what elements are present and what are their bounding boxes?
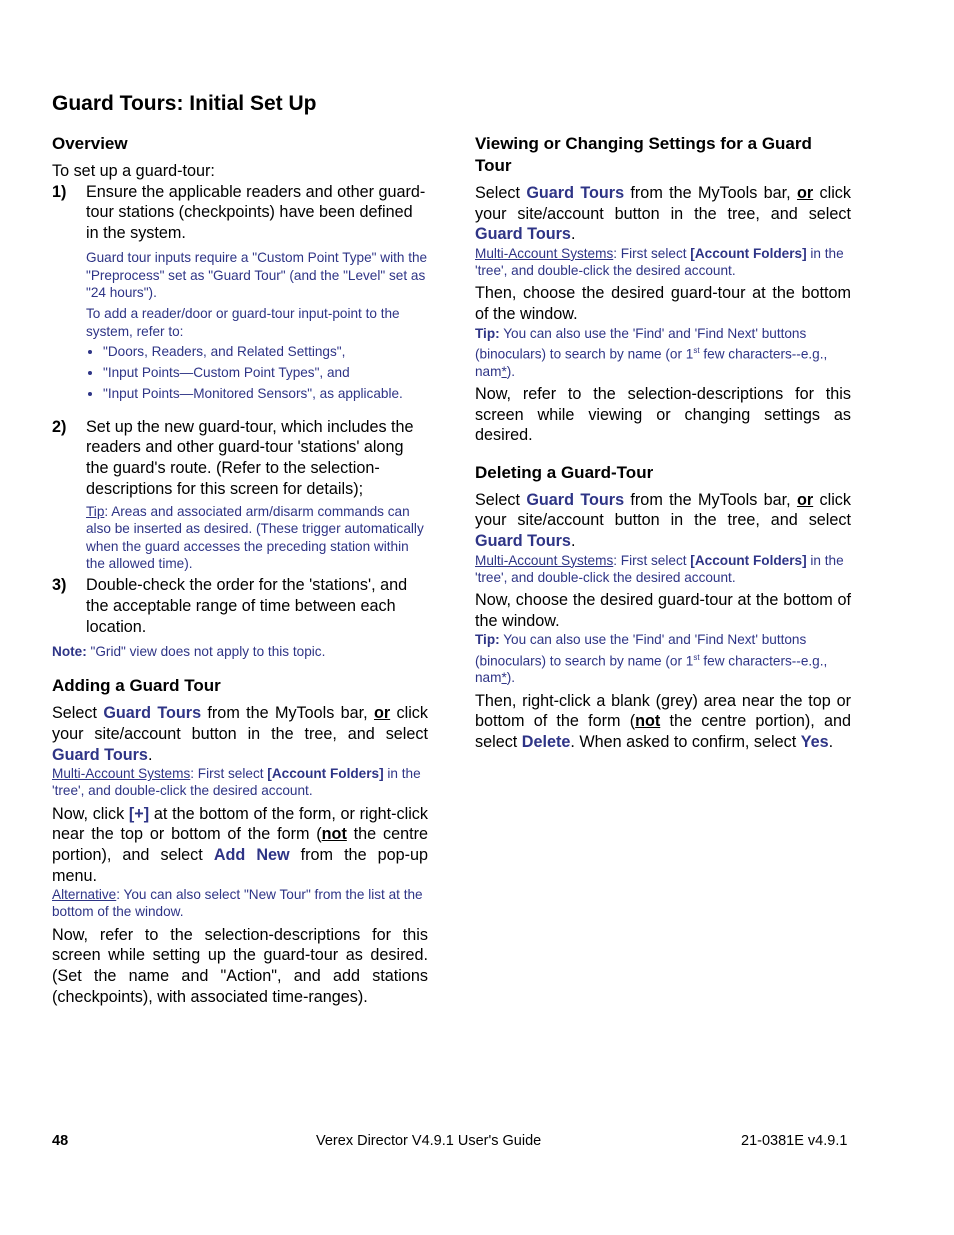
page-number: 48 bbox=[52, 1133, 69, 1149]
document-code: 21-0381E v4.9.1 bbox=[741, 1133, 848, 1149]
step-text: Double-check the order for the 'stations… bbox=[86, 576, 408, 636]
step-text: Set up the new guard-tour, which include… bbox=[86, 417, 414, 498]
step-2: 2) Set up the new guard-tour, which incl… bbox=[52, 417, 428, 573]
viewing-choose: Then, choose the desired guard-tour at t… bbox=[475, 284, 851, 323]
step-3: 3) Double-check the order for the 'stati… bbox=[52, 575, 428, 637]
deleting-heading: Deleting a Guard-Tour bbox=[475, 462, 654, 482]
adding-select-instructions: Select Guard Tours from the MyTools bar,… bbox=[52, 704, 428, 764]
guard-tours-link[interactable]: Guard Tours bbox=[526, 491, 624, 509]
find-tip: Tip: You can also use the 'Find' and 'Fi… bbox=[475, 325, 828, 379]
add-new-instructions: Now, click [+] at the bottom of the form… bbox=[52, 804, 429, 885]
guard-tours-link[interactable]: Guard Tours bbox=[475, 225, 571, 243]
guard-tours-link[interactable]: Guard Tours bbox=[52, 746, 148, 764]
reference-item[interactable]: "Input Points—Monitored Sensors", as app… bbox=[103, 385, 428, 402]
alternative-note: Alternative: You can also select "New To… bbox=[52, 887, 423, 920]
guard-tours-link[interactable]: Guard Tours bbox=[475, 532, 571, 550]
viewing-select-instructions: Select Guard Tours from the MyTools bar,… bbox=[475, 184, 851, 244]
delete-instructions: Then, right-click a blank (grey) area ne… bbox=[475, 691, 852, 751]
add-new-ref[interactable]: Add New bbox=[214, 846, 290, 864]
multi-account-note: Multi-Account Systems: First select [Acc… bbox=[52, 766, 421, 799]
multi-account-note: Multi-Account Systems: First select [Acc… bbox=[475, 552, 844, 585]
reference-item[interactable]: "Input Points—Custom Point Types", and bbox=[103, 364, 428, 381]
step-number: 1) bbox=[52, 182, 67, 201]
reference-item[interactable]: "Doors, Readers, and Related Settings", bbox=[103, 343, 428, 360]
step-1: 1) Ensure the applicable readers and oth… bbox=[52, 182, 428, 407]
overview-heading: Overview bbox=[52, 134, 128, 153]
find-tip: Tip: You can also use the 'Find' and 'Fi… bbox=[475, 632, 828, 686]
step-number: 3) bbox=[52, 576, 67, 595]
tip-text: : Areas and associated arm/disarm comman… bbox=[86, 504, 424, 572]
tip-label: Tip bbox=[86, 504, 105, 520]
left-column: Overview To set up a guard-tour: 1) Ensu… bbox=[52, 133, 428, 1007]
adding-heading: Adding a Guard Tour bbox=[52, 676, 221, 696]
add-reader-note: To add a reader/door or guard-tour input… bbox=[86, 306, 400, 339]
guard-tours-link[interactable]: Guard Tours bbox=[526, 184, 624, 202]
deleting-choose: Now, choose the desired guard-tour at th… bbox=[475, 591, 851, 630]
overview-intro: To set up a guard-tour: bbox=[52, 162, 215, 180]
custom-point-note: Guard tour inputs require a "Custom Poin… bbox=[86, 250, 428, 300]
note-label: Note: bbox=[52, 644, 87, 660]
adding-final-instructions: Now, refer to the selection-descriptions… bbox=[52, 925, 428, 1006]
right-column: Viewing or Changing Settings for a Guard… bbox=[475, 133, 851, 753]
step-number: 2) bbox=[52, 417, 67, 436]
yes-ref[interactable]: Yes bbox=[801, 733, 829, 751]
delete-ref[interactable]: Delete bbox=[522, 733, 571, 751]
viewing-heading: Viewing or Changing Settings for a Guard… bbox=[475, 134, 812, 175]
step-text: Ensure the applicable readers and other … bbox=[86, 182, 426, 242]
guide-title: Verex Director V4.9.1 User's Guide bbox=[316, 1133, 542, 1149]
viewing-final: Now, refer to the selection-descriptions… bbox=[475, 384, 851, 445]
plus-button-ref[interactable]: [+] bbox=[129, 805, 149, 823]
note-text: "Grid" view does not apply to this topic… bbox=[86, 644, 326, 660]
grid-note: Note: "Grid" view does not apply to this… bbox=[52, 643, 428, 660]
multi-account-note: Multi-Account Systems: First select [Acc… bbox=[475, 245, 844, 279]
guard-tours-link[interactable]: Guard Tours bbox=[103, 704, 201, 722]
deleting-select-instructions: Select Guard Tours from the MyTools bar,… bbox=[475, 490, 851, 550]
page-title: Guard Tours: Initial Set Up bbox=[52, 92, 317, 115]
step2-tip: Tip: Areas and associated arm/disarm com… bbox=[86, 503, 428, 572]
reference-list: "Doors, Readers, and Related Settings", … bbox=[86, 343, 428, 403]
